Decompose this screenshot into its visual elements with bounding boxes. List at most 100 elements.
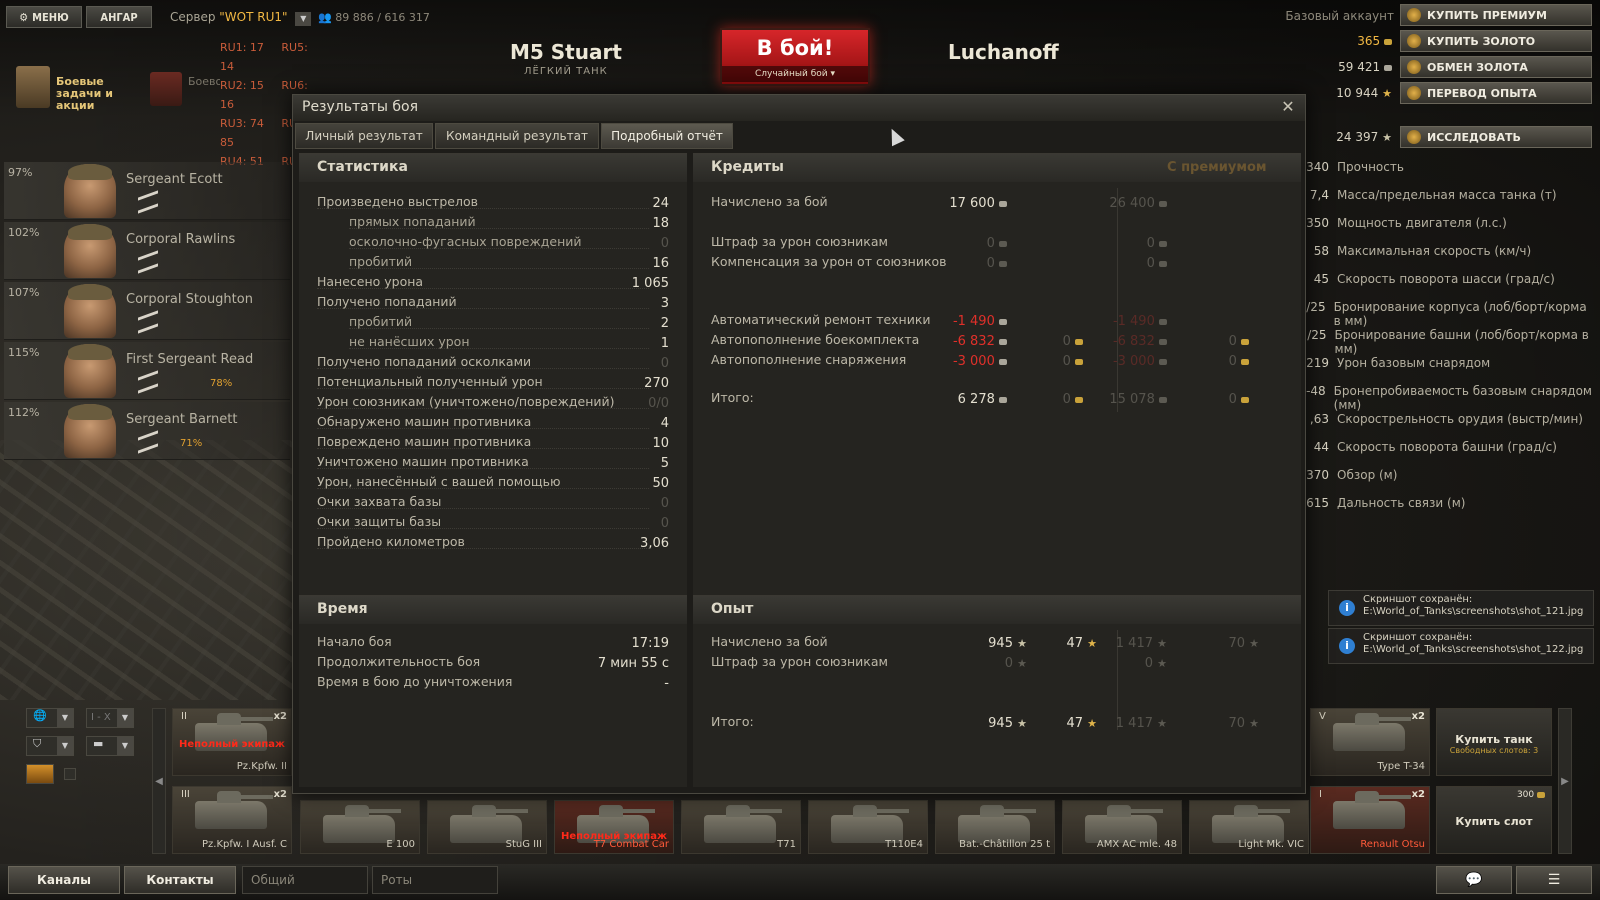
filter-checkbox[interactable] (64, 768, 76, 780)
tab-team-result[interactable]: Командный результат (435, 123, 599, 149)
tab-detailed-report[interactable]: Подробный отчёт (601, 123, 733, 149)
auto-repair-premium: -1 490 (1087, 314, 1167, 329)
rank-chevron-icon (138, 190, 158, 214)
general-chat-tab[interactable]: Общий (242, 866, 368, 894)
auto-ammo-gold: 0 (1023, 334, 1083, 349)
tank-tile[interactable]: T110E4 (808, 800, 928, 854)
experience-panel: Опыт Начислено за бой 945 ★ 47 ★ 1 417 ★… (693, 595, 1301, 787)
transfer-xp-icon (1407, 86, 1421, 100)
stat-value: 0 (660, 516, 669, 531)
carousel-right-arrow[interactable]: ▶ (1558, 708, 1572, 854)
credits-icon (1159, 318, 1167, 325)
stat-label: Урон, нанесённый с вашей помощью (317, 474, 561, 489)
premium-filter-toggle[interactable] (26, 764, 54, 784)
battle-start-value: 17:19 (631, 636, 669, 651)
free-xp-earned-value: 47 ★ (1066, 636, 1097, 651)
server-selector[interactable]: Сервер "WOT RU1" ▼ (170, 10, 312, 26)
free-xp-icon: ★ (1249, 717, 1259, 730)
auto-repair-value: -1 490 (927, 314, 1007, 329)
tank-tile[interactable]: II x2 Неполный экипаж Pz.Kpfw. II (172, 708, 292, 776)
tank-tile[interactable]: T71 (681, 800, 801, 854)
tank-tile[interactable]: StuG III (427, 800, 547, 854)
buy-tank-button[interactable]: Купить танк Свободных слотов: 3 (1436, 708, 1552, 776)
crew-portrait (64, 224, 116, 278)
info-icon: i (1339, 638, 1355, 654)
nation-filter[interactable]: 🌐 ▼ (26, 708, 74, 728)
account-type: Базовый аккаунт (1285, 9, 1394, 23)
rank-chevron-icon (138, 310, 158, 334)
free-xp-total-value: 47 ★ (1066, 716, 1097, 731)
tank-tile[interactable]: AMX AC mle. 48 (1062, 800, 1182, 854)
dialog-title: Результаты боя (293, 95, 1305, 121)
close-icon[interactable]: ✕ (1279, 98, 1297, 116)
missions-link[interactable]: Боевые задачи и акции (56, 76, 136, 112)
notifications-list-icon[interactable]: ☰ (1516, 866, 1592, 894)
contacts-button[interactable]: Контакты (124, 866, 236, 894)
training-link[interactable]: Боевое обучение (188, 76, 220, 88)
tank-tile[interactable]: Light Mk. VIC (1189, 800, 1309, 854)
crew-member[interactable]: 97% Sergeant Ecott (4, 162, 290, 220)
buy-slot-button[interactable]: 300 Купить слот (1436, 786, 1552, 854)
screenshot-toast[interactable]: i Скриншот сохранён: E:\World_of_Tanks\s… (1328, 590, 1594, 626)
ally-compensation-label: Компенсация за урон от союзников (711, 254, 947, 269)
gold-icon (1241, 358, 1249, 365)
battle-button[interactable]: В бой! Случайный бой ▾ (720, 28, 870, 86)
tank-tile[interactable]: Неполный экипаж T7 Combat Car (554, 800, 674, 854)
credits-earned-value: 17 600 (927, 196, 1007, 211)
chat-icon[interactable]: 💬 (1436, 866, 1512, 894)
tank-tile[interactable]: E 100 (300, 800, 420, 854)
hangar-grate-decor (0, 440, 300, 700)
chevron-down-icon: ▼ (57, 709, 73, 727)
xp-total-value: 945 ★ (988, 716, 1027, 731)
stat-value: 1 (660, 336, 669, 351)
level-filter[interactable]: I - X ▼ (86, 708, 134, 728)
tab-personal-result[interactable]: Личный результат (295, 123, 433, 149)
xp-earned-premium: 1 417 ★ (1115, 636, 1167, 651)
players-icon: 👥 (318, 11, 332, 24)
xp-total-label: Итого: (711, 714, 754, 729)
buy-gold-button[interactable]: КУПИТЬ ЗОЛОТО (1400, 30, 1592, 52)
type-filter[interactable]: ⛉ ▼ (26, 736, 74, 756)
menu-button[interactable]: ⚙ МЕНЮ (6, 6, 82, 28)
exchange-icon (1407, 60, 1421, 74)
stat-label: осколочно-фугасных повреждений (349, 234, 582, 249)
companies-chat-tab[interactable]: Роты (372, 866, 498, 894)
player-name: Luchanoff (948, 40, 1059, 64)
missions-icon[interactable] (16, 66, 50, 108)
tank-tile[interactable]: V x2 Type T-34 (1310, 708, 1430, 776)
exchange-gold-button[interactable]: ОБМЕН ЗОЛОТА (1400, 56, 1592, 78)
transfer-xp-button[interactable]: ПЕРЕВОД ОПЫТА (1400, 82, 1592, 104)
tank-tile[interactable]: III x2 Pz.Kpfw. I Ausf. C (172, 786, 292, 854)
chevron-down-icon[interactable]: ▼ (295, 12, 312, 26)
research-button[interactable]: ИССЛЕДОВАТЬ (1400, 126, 1592, 148)
gold-icon (1384, 38, 1392, 45)
tank-icon (323, 805, 401, 843)
credits-total-value: 6 278 (927, 392, 1007, 407)
chevron-down-icon: ▼ (117, 737, 133, 755)
screenshot-toast[interactable]: i Скриншот сохранён: E:\World_of_Tanks\s… (1328, 628, 1594, 664)
credits-earned-premium: 26 400 (1087, 196, 1167, 211)
carousel-left-arrow[interactable]: ◀ (152, 708, 166, 854)
channels-button[interactable]: Каналы (8, 866, 120, 894)
crew-member[interactable]: 112% Sergeant Barnett 71% (4, 402, 290, 460)
xp-total-premium: 1 417 ★ (1115, 716, 1167, 731)
stat-value: 0 (660, 356, 669, 371)
stat-label: Потенциальный полученный урон (317, 374, 543, 389)
tank-stat-row: 45 Скорость поворота шасси (град/с) (1313, 272, 1555, 286)
crew-member[interactable]: 107% Corporal Stoughton (4, 282, 290, 340)
tank-icon: ▬ (93, 737, 104, 750)
auto-repair-label: Автоматический ремонт техники (711, 312, 931, 327)
crew-member[interactable]: 102% Corporal Rawlins (4, 222, 290, 280)
training-icon[interactable] (150, 72, 182, 106)
battle-mode-selector[interactable]: Случайный бой ▾ (722, 66, 868, 82)
tank-icon (1333, 791, 1411, 829)
buy-premium-button[interactable]: КУПИТЬ ПРЕМИУМ (1400, 4, 1592, 26)
tank-class-filter[interactable]: ▬ ▼ (86, 736, 134, 756)
globe-icon: 🌐 (33, 709, 47, 722)
tank-tile[interactable]: Bat.-Châtillon 25 t (935, 800, 1055, 854)
crew-member[interactable]: 115% First Sergeant Read 78% (4, 342, 290, 400)
hangar-button[interactable]: АНГАР (86, 6, 152, 28)
tank-tile[interactable]: I x2 Renault Otsu (1310, 786, 1430, 854)
credits-icon (1159, 358, 1167, 365)
stat-label: не нанёсших урон (349, 334, 470, 349)
